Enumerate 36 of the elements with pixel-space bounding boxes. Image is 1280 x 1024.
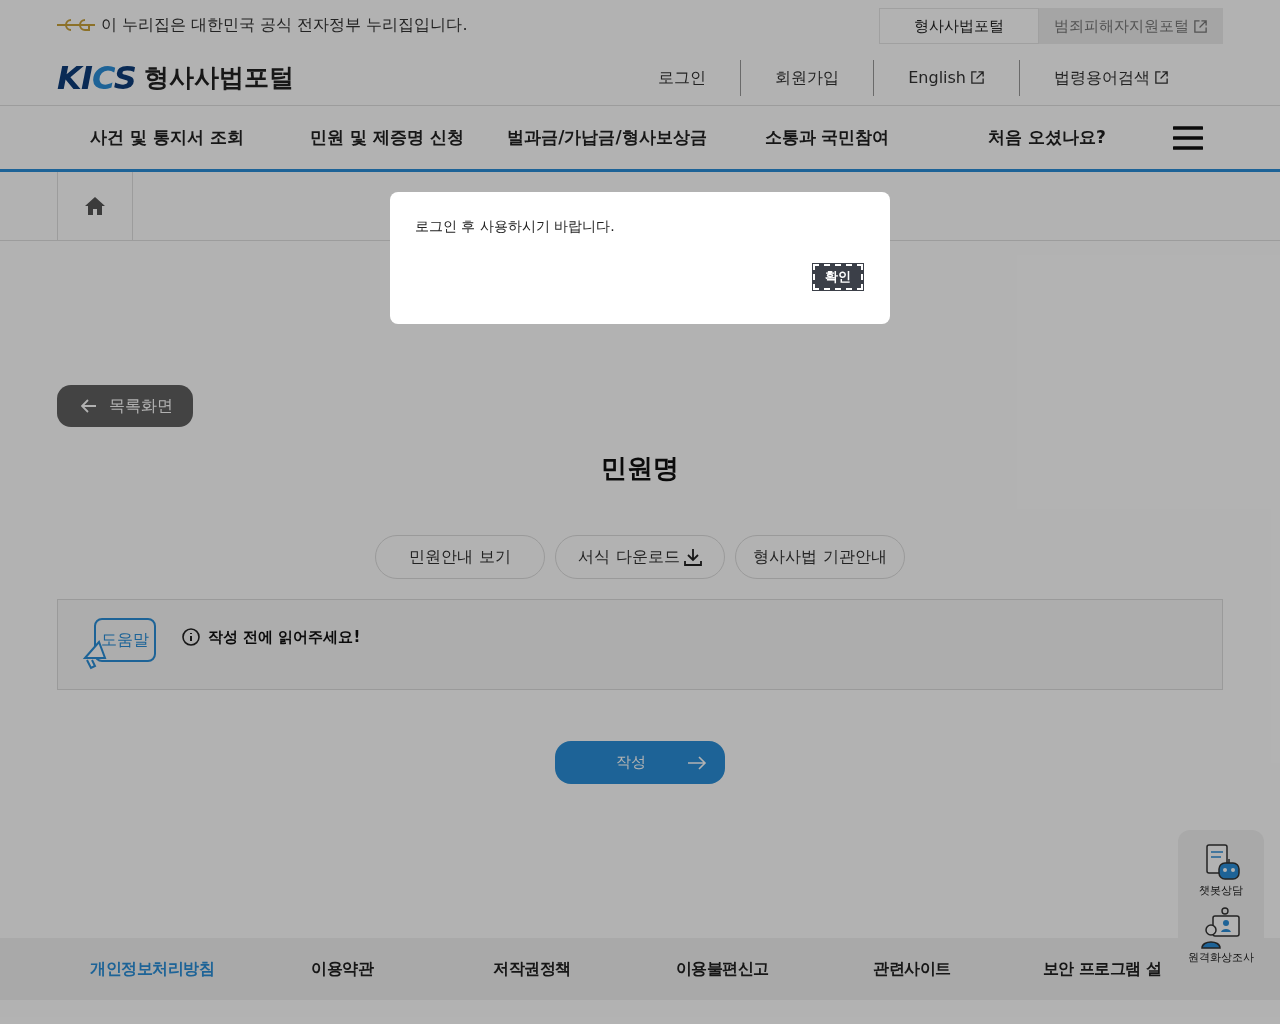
- info-icon: [182, 628, 200, 647]
- footer-link[interactable]: 저작권정책: [437, 957, 627, 981]
- back-to-list-button[interactable]: 목록화면: [57, 385, 193, 427]
- utility-link[interactable]: English: [873, 59, 1019, 96]
- action-button[interactable]: 서식 다운로드: [555, 535, 725, 579]
- site-title: 형사사법포털: [143, 61, 294, 94]
- utility-link[interactable]: 회원가입: [740, 59, 874, 96]
- home-icon: [84, 196, 106, 216]
- download-icon: [683, 548, 702, 566]
- action-button[interactable]: 형사사법 기관안내: [735, 535, 905, 579]
- arrow-left-icon: [81, 399, 97, 413]
- emblem-icon: [57, 17, 97, 33]
- section-title: 민원명: [600, 452, 680, 485]
- nav-menu-item[interactable]: 벌과금/가납금/형사보상금: [497, 124, 717, 151]
- nav-menu-item[interactable]: 민원 및 제증명 신청: [277, 124, 497, 151]
- dialog-message: 로그인 후 사용하시기 바랍니다.: [415, 217, 616, 236]
- logo[interactable]: KICS: [57, 61, 136, 94]
- menu-icon[interactable]: [1173, 124, 1203, 151]
- floating-service-button[interactable]: 챗봇상담: [1199, 843, 1243, 900]
- floating-service-button[interactable]: 원격화상조사: [1188, 906, 1254, 967]
- footer-link[interactable]: 이용불편신고: [627, 957, 817, 981]
- nav-menu-item[interactable]: 사건 및 통지서 조회: [57, 124, 277, 151]
- utility-link[interactable]: 법령용어검색: [1019, 59, 1203, 96]
- utility-link[interactable]: 로그인: [624, 59, 741, 96]
- nav-menu-item[interactable]: 처음 오셨나요?: [937, 124, 1157, 151]
- nav-menu-item[interactable]: 소통과 국민참여: [717, 124, 937, 151]
- action-button[interactable]: 민원안내 보기: [375, 535, 545, 579]
- home-button[interactable]: [57, 172, 133, 240]
- confirm-button[interactable]: 확인: [812, 263, 864, 291]
- notice-text: 작성 전에 읽어주세요!: [208, 627, 361, 648]
- footer-link[interactable]: 관련사이트: [817, 957, 1007, 981]
- portal-tab[interactable]: 형사사법포털: [879, 8, 1039, 44]
- arrow-right-icon: [687, 755, 707, 770]
- gov-banner-text: 이 누리집은 대한민국 공식 전자정부 누리집입니다.: [101, 14, 468, 36]
- video-call-icon: [1199, 906, 1243, 951]
- footer-link[interactable]: 이용약관: [247, 957, 437, 981]
